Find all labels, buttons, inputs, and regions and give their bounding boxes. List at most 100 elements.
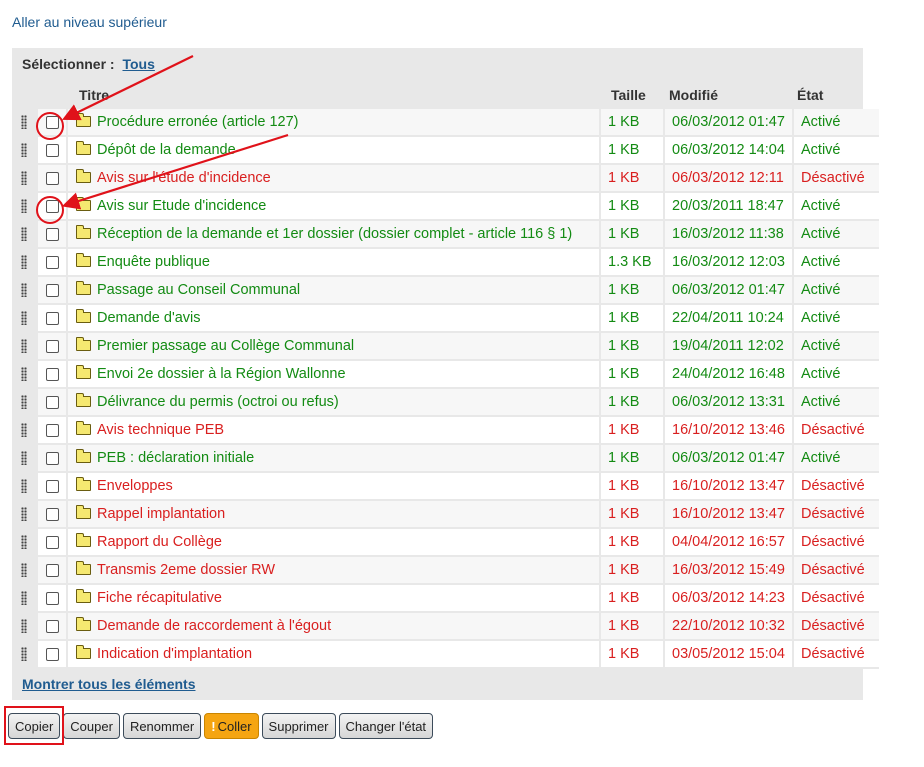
row-checkbox[interactable] — [45, 507, 59, 521]
drag-handle[interactable] — [12, 360, 38, 389]
drag-handle[interactable] — [12, 584, 38, 613]
row-checkbox[interactable] — [45, 423, 59, 437]
table-row[interactable]: Avis sur Etude d'incidence 1 KB 20/03/2011… — [12, 192, 879, 221]
row-checkbox[interactable] — [45, 283, 59, 297]
drag-handle[interactable] — [12, 500, 38, 529]
table-row[interactable]: Dépôt de la demande 1 KB 06/03/2012 14:04 A… — [12, 136, 879, 165]
row-checkbox[interactable] — [45, 367, 59, 381]
row-title[interactable]: Procédure erronée (article 127) — [97, 114, 299, 130]
table-row[interactable]: Procédure erronée (article 127) 1 KB 06/03… — [12, 109, 879, 137]
row-checkbox[interactable] — [45, 395, 59, 409]
drag-handle[interactable] — [12, 556, 38, 585]
table-row[interactable]: Rapport du Collège 1 KB 04/04/2012 16:57 Dé… — [12, 528, 879, 557]
row-title-cell[interactable]: PEB : déclaration initiale — [67, 444, 601, 473]
row-checkbox[interactable] — [45, 451, 59, 465]
row-title[interactable]: Délivrance du permis (octroi ou refus) — [97, 394, 339, 410]
select-all-link[interactable]: Tous — [122, 56, 154, 72]
rename-button[interactable]: Renommer — [122, 713, 202, 739]
parent-folder-link[interactable]: Aller au niveau supérieur — [12, 14, 167, 30]
row-title-cell[interactable]: Réception de la demande et 1er dossier (… — [67, 220, 601, 249]
drag-handle[interactable] — [12, 528, 38, 557]
row-title[interactable]: Avis sur Etude d'incidence — [97, 198, 266, 214]
row-title[interactable]: Premier passage au Collège Communal — [97, 338, 354, 354]
row-checkbox[interactable] — [45, 339, 59, 353]
row-checkbox[interactable] — [45, 171, 59, 185]
drag-handle[interactable] — [12, 304, 38, 333]
row-title-cell[interactable]: Transmis 2eme dossier RW — [67, 556, 601, 585]
row-title[interactable]: Envoi 2e dossier à la Région Wallonne — [97, 366, 346, 382]
row-checkbox[interactable] — [45, 143, 59, 157]
row-title[interactable]: Rapport du Collège — [97, 534, 222, 550]
row-title[interactable]: Avis technique PEB — [97, 422, 224, 438]
table-row[interactable]: Avis sur l'étude d'incidence 1 KB 06/03/20… — [12, 164, 879, 193]
row-title-cell[interactable]: Indication d'implantation — [67, 640, 601, 669]
row-title-cell[interactable]: Passage au Conseil Communal — [67, 276, 601, 305]
row-title-cell[interactable]: Délivrance du permis (octroi ou refus) — [67, 388, 601, 417]
row-checkbox[interactable] — [45, 563, 59, 577]
table-row[interactable]: Enveloppes 1 KB 16/10/2012 13:47 Désactivé — [12, 472, 879, 501]
row-title[interactable]: Rappel implantation — [97, 506, 225, 522]
paste-button[interactable]: ! Coller — [204, 713, 259, 739]
row-title[interactable]: PEB : déclaration initiale — [97, 450, 254, 466]
table-row[interactable]: Enquête publique 1.3 KB 16/03/2012 12:03 Ac… — [12, 248, 879, 277]
row-title[interactable]: Avis sur l'étude d'incidence — [97, 170, 271, 186]
drag-handle[interactable] — [12, 276, 38, 305]
drag-handle[interactable] — [12, 472, 38, 501]
row-title[interactable]: Enquête publique — [97, 254, 210, 270]
table-row[interactable]: Avis technique PEB 1 KB 16/10/2012 13:46 Dé… — [12, 416, 879, 445]
table-row[interactable]: Premier passage au Collège Communal 1 KB 1… — [12, 332, 879, 361]
drag-handle[interactable] — [12, 640, 38, 669]
row-title-cell[interactable]: Fiche récapitulative — [67, 584, 601, 613]
drag-handle[interactable] — [12, 192, 38, 221]
drag-handle[interactable] — [12, 164, 38, 193]
row-title[interactable]: Transmis 2eme dossier RW — [97, 562, 275, 578]
row-checkbox[interactable] — [45, 647, 59, 661]
delete-button[interactable]: Supprimer — [261, 713, 336, 739]
row-title-cell[interactable]: Avis sur l'étude d'incidence — [67, 164, 601, 193]
row-title-cell[interactable]: Dépôt de la demande — [67, 136, 601, 165]
table-row[interactable]: Demande d'avis 1 KB 22/04/2011 10:24 Activé — [12, 304, 879, 333]
table-row[interactable]: Indication d'implantation 1 KB 03/05/2012 … — [12, 640, 879, 669]
row-title-cell[interactable]: Demande de raccordement à l'égout — [67, 612, 601, 641]
show-all-link[interactable]: Montrer tous les éléments — [22, 676, 196, 692]
drag-handle[interactable] — [12, 136, 38, 165]
drag-handle[interactable] — [12, 220, 38, 249]
row-checkbox[interactable] — [45, 591, 59, 605]
column-modified[interactable]: Modifié — [669, 87, 718, 103]
row-title-cell[interactable]: Envoi 2e dossier à la Région Wallonne — [67, 360, 601, 389]
row-title-cell[interactable]: Avis sur Etude d'incidence — [67, 192, 601, 221]
drag-handle[interactable] — [12, 388, 38, 417]
column-title[interactable]: Titre — [79, 87, 109, 103]
table-row[interactable]: PEB : déclaration initiale 1 KB 06/03/2012… — [12, 444, 879, 473]
row-title[interactable]: Passage au Conseil Communal — [97, 282, 300, 298]
row-title-cell[interactable]: Demande d'avis — [67, 304, 601, 333]
row-checkbox[interactable] — [45, 535, 59, 549]
drag-handle[interactable] — [12, 612, 38, 641]
row-title[interactable]: Dépôt de la demande — [97, 142, 236, 158]
row-title[interactable]: Enveloppes — [97, 478, 173, 494]
change-state-button[interactable]: Changer l'état — [338, 713, 434, 739]
table-row[interactable]: Transmis 2eme dossier RW 1 KB 16/03/2012 1… — [12, 556, 879, 585]
row-checkbox[interactable] — [45, 619, 59, 633]
row-title-cell[interactable]: Rapport du Collège — [67, 528, 601, 557]
row-checkbox[interactable] — [45, 227, 59, 241]
row-title-cell[interactable]: Premier passage au Collège Communal — [67, 332, 601, 361]
drag-handle[interactable] — [12, 109, 38, 137]
row-title-cell[interactable]: Enveloppes — [67, 472, 601, 501]
table-row[interactable]: Délivrance du permis (octroi ou refus) 1 … — [12, 388, 879, 417]
column-size[interactable]: Taille — [611, 87, 646, 103]
row-title-cell[interactable]: Procédure erronée (article 127) — [67, 109, 601, 137]
row-checkbox[interactable] — [45, 479, 59, 493]
column-state[interactable]: État — [797, 87, 823, 103]
row-title[interactable]: Demande de raccordement à l'égout — [97, 618, 331, 634]
row-title-cell[interactable]: Avis technique PEB — [67, 416, 601, 445]
row-title-cell[interactable]: Rappel implantation — [67, 500, 601, 529]
drag-handle[interactable] — [12, 248, 38, 277]
drag-handle[interactable] — [12, 416, 38, 445]
table-row[interactable]: Envoi 2e dossier à la Région Wallonne 1 K… — [12, 360, 879, 389]
row-title[interactable]: Fiche récapitulative — [97, 590, 222, 606]
row-title-cell[interactable]: Enquête publique — [67, 248, 601, 277]
row-title[interactable]: Demande d'avis — [97, 310, 201, 326]
table-row[interactable]: Passage au Conseil Communal 1 KB 06/03/201… — [12, 276, 879, 305]
table-row[interactable]: Fiche récapitulative 1 KB 06/03/2012 14:23… — [12, 584, 879, 613]
